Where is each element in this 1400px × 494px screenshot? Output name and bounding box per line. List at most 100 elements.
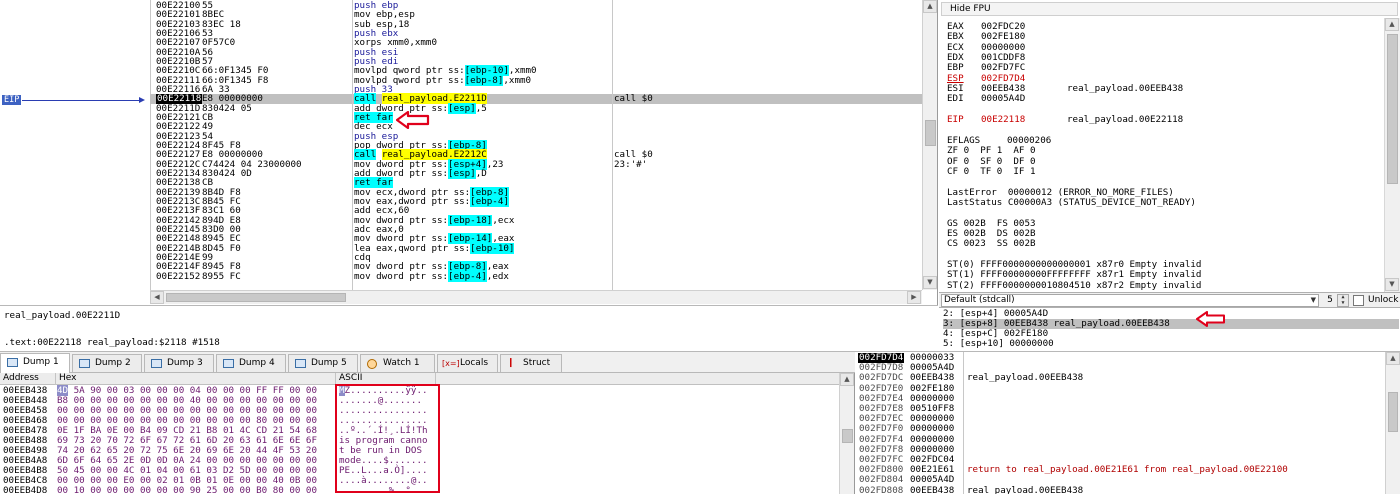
dump-icon <box>295 359 306 368</box>
highlight-arrow-icon <box>1196 311 1225 327</box>
tab-label: Struct <box>523 358 551 368</box>
disasm-row[interactable]: 00E22148 8945 EC mov dword ptr ss:[ebp-14]… <box>150 233 922 245</box>
scroll-thumb[interactable] <box>925 120 936 146</box>
disassembly-list[interactable]: 00E22100 55 push ebp 00E22101 8BEC mov ebp,es… <box>150 0 922 290</box>
register-row[interactable]: CS 0023 SS 002B <box>947 239 1036 249</box>
scroll-up-icon[interactable]: ▲ <box>923 0 937 13</box>
stack-comment: real_payload.00EEB438 <box>967 372 1084 384</box>
scroll-thumb[interactable] <box>1388 392 1398 432</box>
disasm-row[interactable]: 00E22142 894D E8 mov dword ptr ss:[ebp-18]… <box>150 214 922 226</box>
disasm-row[interactable]: 00E22111 66:0F1345 F8 movlpd qword ptr ss:… <box>150 74 922 86</box>
ascii-highlight-box <box>335 384 440 493</box>
disasm-row[interactable]: 00E22138 CB ret far <box>150 177 922 189</box>
chevron-down-icon[interactable]: ▼ <box>1311 295 1316 306</box>
registers-pane[interactable]: Hide FPU EAX 002FDC20 EBX 002FE180 ECX 000000… <box>939 0 1400 292</box>
disasm-row[interactable]: 00E22103 83EC 18 sub esp,18 <box>150 19 922 29</box>
tab-dump-1[interactable]: Dump 1 <box>0 353 70 374</box>
dump-icon <box>151 359 162 368</box>
scroll-up-icon[interactable]: ▲ <box>840 373 854 386</box>
disasm-row[interactable]: 00E22123 54 push esp <box>150 131 922 141</box>
register-name: EDI <box>947 93 964 105</box>
info-target: real_payload.00E2211D <box>4 310 121 321</box>
disasm-row[interactable]: 00E2214B 8D45 F0 lea eax,qword ptr ss:[ebp… <box>150 242 922 254</box>
disasm-row[interactable]: 00E2210A 56 push esi <box>150 47 922 57</box>
scroll-thumb[interactable] <box>1387 34 1398 184</box>
tab-struct[interactable]: ❙ Struct <box>500 354 562 372</box>
disasm-row[interactable]: 00E2213F 83C1 60 add ecx,60 <box>150 206 922 216</box>
disasm-row[interactable]: 00E22101 8BEC mov ebp,esp <box>150 10 922 20</box>
tab-dump-3[interactable]: Dump 3 <box>144 354 214 372</box>
disasm-row[interactable]: 00E22100 55 push ebp <box>150 1 922 11</box>
scroll-thumb[interactable] <box>166 293 346 302</box>
disasm-row[interactable]: 00E22107 0F57C0 xorps xmm0,xmm0 <box>150 38 922 48</box>
eip-arrow-line <box>22 100 140 101</box>
dump-icon <box>223 359 234 368</box>
disasm-row[interactable]: 00E22145 83D0 00 adc eax,0 <box>150 225 922 235</box>
scroll-down-icon[interactable]: ▼ <box>923 276 937 289</box>
scroll-up-icon[interactable]: ▲ <box>1385 18 1399 31</box>
register-row[interactable]: EDI 00005A4D <box>947 93 1067 105</box>
column-header-address[interactable]: Address <box>0 373 56 385</box>
disasm-row[interactable]: 00E22139 8B4D F8 mov ecx,dword ptr ss:[ebp… <box>150 186 922 198</box>
register-text: ES 002B DS 002B <box>947 228 1036 239</box>
stack-row[interactable]: 002FD808 00EEB438 real_payload.00EEB438 <box>855 484 1385 494</box>
disasm-row[interactable]: 00E22124 8F45 F8 pop dword ptr ss:[ebp-8] <box>150 139 922 151</box>
scroll-up-icon[interactable]: ▲ <box>1386 352 1400 365</box>
dump-pane[interactable]: Address Hex ASCII 00EEB438 4D 5A 90 00 03… <box>0 373 855 494</box>
scroll-left-icon[interactable]: ◀ <box>150 291 164 304</box>
calling-convention-value: Default (stdcall) <box>944 295 1015 305</box>
register-row[interactable]: CF 0 TF 0 IF 1 <box>947 166 1036 177</box>
register-text: ST(0) FFFF0000000000000001 x87r0 Empty i… <box>947 259 1202 271</box>
calling-convention-select[interactable]: Default (stdcall) ▼ <box>941 294 1319 307</box>
stack-comment: real_payload.00EEB438 <box>967 484 1084 494</box>
stack-scrollbar[interactable]: ▲ <box>1385 352 1400 494</box>
disasm-row[interactable]: 00E2214F 8945 F8 mov dword ptr ss:[ebp-8],… <box>150 261 922 273</box>
scroll-right-icon[interactable]: ▶ <box>907 291 921 304</box>
register-comment: real_payload.00E22118 <box>1067 114 1184 126</box>
stack-value: 00EEB438 <box>910 484 955 494</box>
scroll-thumb[interactable] <box>842 429 853 443</box>
disasm-row[interactable]: 00E22106 53 push ebx <box>150 29 922 39</box>
argument-count-spinner[interactable]: ▲ ▼ <box>1337 294 1349 307</box>
disasm-row[interactable]: 00E22121 CB ret far <box>150 111 922 123</box>
stack-arguments-pane[interactable]: 2: [esp+4] 00005A4D 3: [esp+8] 00EEB438 r… <box>939 308 1400 350</box>
disasm-row[interactable]: 00E22118 E8 00000000 call real_payload.E22… <box>150 93 922 105</box>
disasm-instruction: mov dword ptr ss:[ebp-4],edx <box>354 270 509 282</box>
eip-gutter: EIP <box>0 0 150 290</box>
registers-scrollbar[interactable]: ▲ ▼ <box>1384 18 1400 292</box>
register-name: EIP <box>947 114 964 126</box>
disasm-row[interactable]: 00E2211D 830424 05 add dword ptr ss:[esp],… <box>150 102 922 114</box>
tab-dump-2[interactable]: Dump 2 <box>72 354 142 372</box>
disasm-row[interactable]: 00E22122 49 dec ecx <box>150 122 922 132</box>
register-row[interactable]: EIP 00E22118 real_payload.00E22118 <box>947 114 1184 126</box>
disasm-row[interactable]: 00E2212C C74424 04 23000000 mov dword ptr … <box>150 158 922 170</box>
disasm-row[interactable]: 00E22134 830424 0D add dword ptr ss:[esp],… <box>150 167 922 179</box>
register-text: OF 0 SF 0 DF 0 <box>947 155 1036 167</box>
stack-pane[interactable]: 002FD7D4 00000033 002FD7D8 00005A4D 002FD7DC… <box>855 351 1400 494</box>
hide-fpu-button[interactable]: Hide FPU <box>941 2 1398 16</box>
tab-watch-1[interactable]: Watch 1 <box>360 354 435 372</box>
unlock-checkbox[interactable] <box>1353 295 1364 306</box>
dump-scrollbar[interactable]: ▲ <box>839 373 854 494</box>
tab-label: Locals <box>460 358 489 368</box>
disasm-row[interactable]: 00E22152 8955 FC mov dword ptr ss:[ebp-4],… <box>150 270 922 282</box>
disassembly-horizontal-scrollbar[interactable]: ◀ ▶ <box>150 290 922 304</box>
register-text: LastStatus C00000A3 (STATUS_DEVICE_NOT_R… <box>947 196 1196 208</box>
disassembly-pane[interactable]: EIP 00E22100 55 push ebp 00E22101 8BEC mov eb… <box>0 0 938 305</box>
register-text: ZF 0 PF 1 AF 0 <box>947 145 1036 157</box>
argument-count[interactable]: 5 <box>1324 294 1336 307</box>
disasm-row[interactable]: 00E2214E 99 cdq <box>150 253 922 263</box>
register-row[interactable]: LastStatus C00000A3 (STATUS_DEVICE_NOT_R… <box>947 196 1196 208</box>
scroll-down-icon[interactable]: ▼ <box>1385 278 1399 291</box>
disasm-row[interactable]: 00E22116 6A 33 push 33 <box>150 85 922 95</box>
tab-dump-5[interactable]: Dump 5 <box>288 354 358 372</box>
disasm-row[interactable]: 00E2213C 8B45 FC mov eax,dword ptr ss:[ebp… <box>150 195 922 207</box>
column-header-hex[interactable]: Hex <box>56 373 336 385</box>
tab-locals[interactable]: [x=] Locals <box>437 354 498 372</box>
register-row[interactable]: ST(2) FFFF0000000010804510 x87r2 Empty i… <box>947 280 1201 291</box>
register-comment: real_payload.00EEB438 <box>1067 83 1184 95</box>
tab-dump-4[interactable]: Dump 4 <box>216 354 286 372</box>
info-location: .text:00E22118 real_payload:$2118 #1518 <box>4 337 220 348</box>
disassembly-vertical-scrollbar[interactable]: ▲ ▼ <box>922 0 937 290</box>
stack-argument-row[interactable]: 5: [esp+10] 00000000 <box>943 339 1399 349</box>
